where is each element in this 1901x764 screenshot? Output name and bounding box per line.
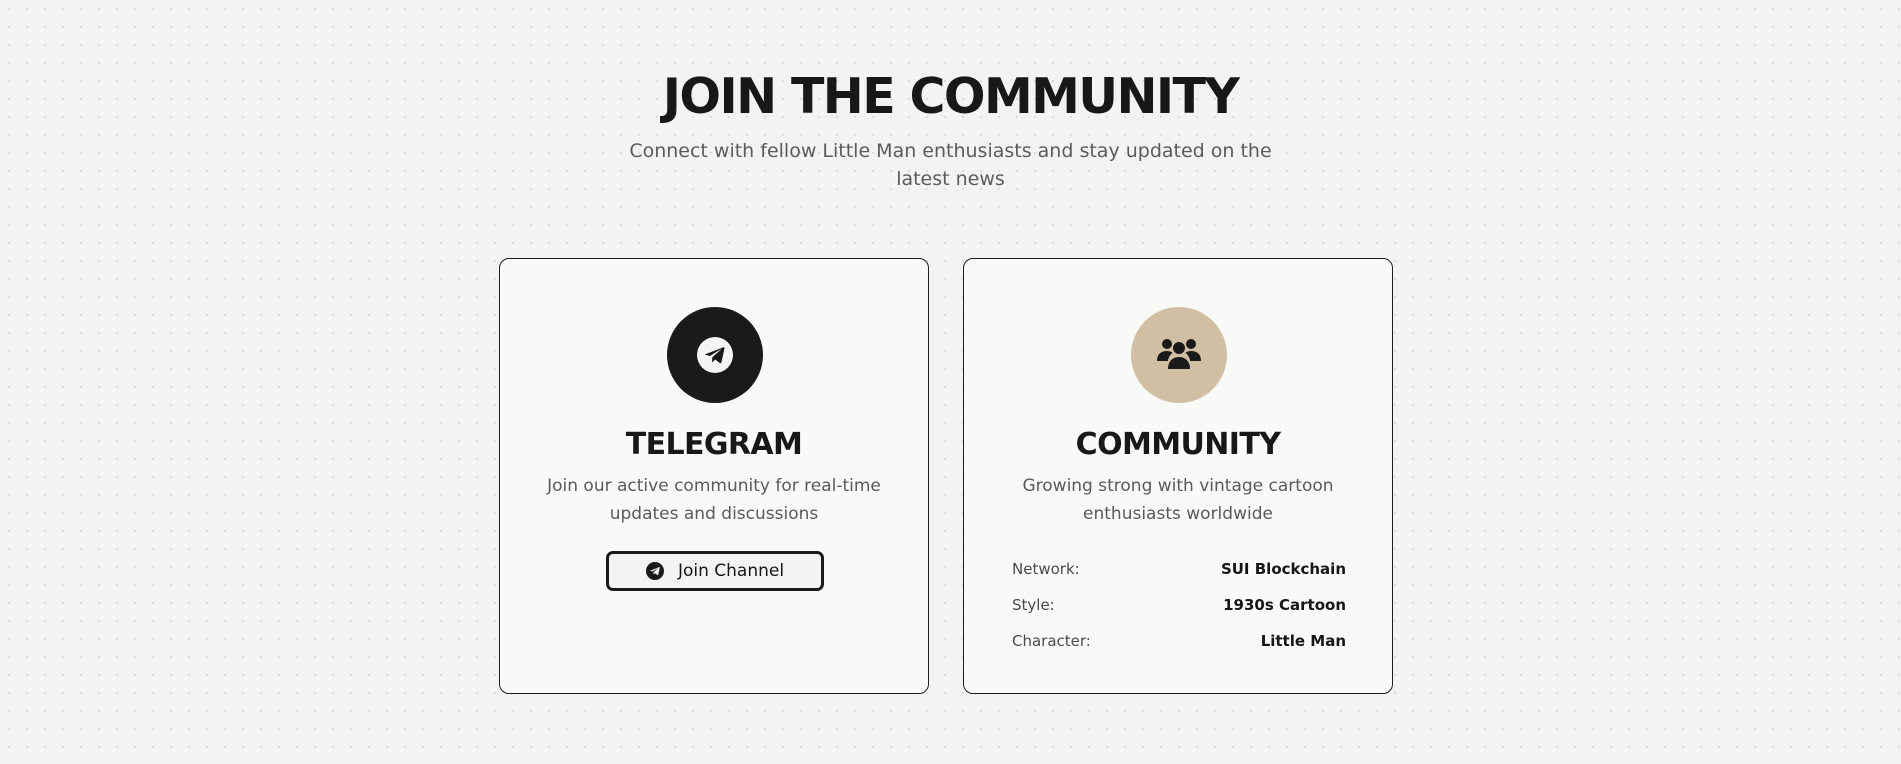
users-icon-badge [1131,307,1227,403]
detail-row-style: Style: 1930s Cartoon [1012,587,1346,623]
community-card: COMMUNITY Growing strong with vintage ca… [963,258,1393,694]
detail-row-character: Character: Little Man [1012,623,1346,659]
detail-row-network: Network: SUI Blockchain [1012,551,1346,587]
detail-label: Style: [1012,596,1055,614]
telegram-card-title: TELEGRAM [625,427,803,462]
detail-value: Little Man [1260,632,1346,650]
community-section: JOIN THE COMMUNITY Connect with fellow L… [0,0,1901,764]
telegram-icon [697,337,733,373]
community-card-title: COMMUNITY [1075,427,1281,462]
users-icon [1157,339,1201,369]
detail-label: Network: [1012,560,1080,578]
section-title: JOIN THE COMMUNITY [662,68,1240,125]
detail-value: SUI Blockchain [1220,560,1346,578]
detail-label: Character: [1012,632,1091,650]
telegram-card-description: Join our active community for real-time … [547,476,881,524]
telegram-icon [645,562,664,580]
telegram-card: TELEGRAM Join our active community for r… [499,258,929,694]
community-card-description: Growing strong with vintage cartoon enth… [1022,476,1334,524]
join-channel-label: Join Channel [677,561,785,581]
detail-value: 1930s Cartoon [1223,596,1346,614]
community-details-list: Network: SUI Blockchain Style: 1930s Car… [1012,551,1346,659]
section-subtitle: Connect with fellow Little Man enthusias… [629,140,1272,190]
join-channel-button[interactable]: Join Channel [606,551,824,591]
telegram-icon-badge [667,307,763,403]
